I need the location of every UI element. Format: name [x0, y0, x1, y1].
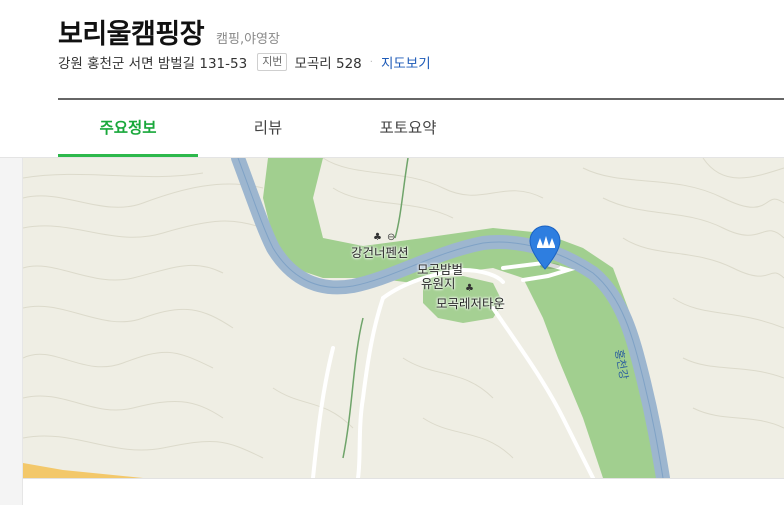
map-bottom-area [23, 478, 784, 505]
map-canvas[interactable] [23, 158, 784, 478]
jibun-badge: 지번 [257, 53, 288, 71]
trails [342, 158, 409, 459]
map-label-pension[interactable]: 강건너펜션 [351, 245, 409, 260]
title-row: 보리울캠핑장 캠핑,야영장 [58, 12, 280, 51]
place-title: 보리울캠핑장 [58, 19, 205, 50]
terrain-contours [23, 158, 784, 459]
tab-main-info[interactable]: 주요정보 [58, 100, 198, 157]
map-view[interactable]: ♣ ⊖ 강건너펜션 모곡밤벌 유원지 ♣ 모곡레저타운 홍천강 [23, 158, 784, 478]
map-label-resort-line2[interactable]: 유원지 [421, 276, 456, 291]
camping-tent-icon[interactable] [528, 224, 562, 270]
lodging-icon: ♣ [373, 232, 382, 243]
separator-dot: · [369, 56, 373, 68]
view-map-link[interactable]: 지도보기 [381, 52, 431, 72]
place-header: 보리울캠핑장 캠핑,야영장 강원 홍천군 서면 밤벌길 131-53 지번 모곡… [58, 0, 784, 100]
jibun-address: 모곡리 528 [294, 56, 362, 72]
road-edge-yellow [23, 463, 143, 478]
left-rail [0, 158, 23, 505]
lodging-icon-2: ♣ [465, 283, 474, 294]
tab-bar: 주요정보 리뷰 포토요약 [58, 100, 784, 157]
tab-reviews[interactable]: 리뷰 [198, 100, 338, 157]
pension-marker-icon: ⊖ [387, 232, 396, 243]
address-row: 강원 홍천군 서면 밤벌길 131-53 지번 모곡리 528 · 지도보기 [58, 52, 431, 72]
tab-photo-summary[interactable]: 포토요약 [338, 100, 478, 157]
map-label-resort-line1[interactable]: 모곡밤벌 [417, 262, 463, 277]
place-category: 캠핑,야영장 [216, 32, 280, 47]
road-address: 강원 홍천군 서면 밤벌길 131-53 [58, 56, 248, 72]
map-label-leisure[interactable]: 모곡레저타운 [436, 296, 505, 311]
